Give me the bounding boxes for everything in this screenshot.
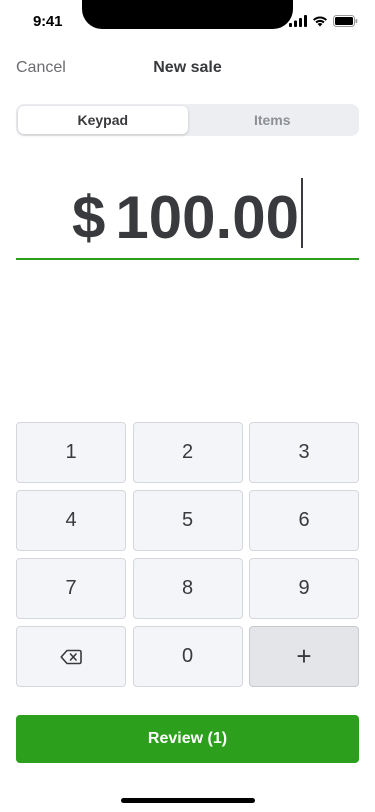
key-9[interactable]: 9 (249, 558, 359, 619)
home-indicator (121, 798, 255, 803)
battery-icon (333, 15, 358, 27)
key-2[interactable]: 2 (132, 422, 243, 483)
key-5[interactable]: 5 (132, 490, 243, 551)
text-caret (300, 178, 303, 248)
key-8[interactable]: 8 (132, 558, 243, 619)
status-bar: 9:41 (0, 0, 375, 44)
status-icons (289, 15, 358, 27)
key-3[interactable]: 3 (249, 422, 359, 483)
cellular-signal-icon (289, 15, 307, 27)
backspace-icon (60, 649, 82, 664)
amount-underline (16, 258, 359, 260)
amount-input[interactable]: $100.00 (16, 170, 359, 260)
numeric-keypad: 1 2 3 4 5 6 7 8 9 0 + (16, 422, 359, 687)
key-1[interactable]: 1 (16, 422, 126, 483)
key-7[interactable]: 7 (16, 558, 126, 619)
page-title: New sale (153, 59, 222, 76)
key-6[interactable]: 6 (249, 490, 359, 551)
review-button[interactable]: Review (1) (16, 715, 359, 763)
backspace-button[interactable] (16, 626, 126, 687)
mode-segmented-control: Keypad Items (16, 104, 359, 136)
status-time: 9:41 (33, 13, 63, 30)
wifi-icon (313, 16, 327, 27)
currency-symbol: $ (72, 184, 106, 251)
key-4[interactable]: 4 (16, 490, 126, 551)
device-notch (82, 0, 293, 29)
add-item-button[interactable]: + (249, 626, 359, 687)
tab-keypad[interactable]: Keypad (18, 106, 188, 134)
key-0[interactable]: 0 (132, 626, 243, 687)
tab-items[interactable]: Items (188, 106, 358, 134)
amount-display: $100.00 (16, 178, 359, 256)
cancel-button[interactable]: Cancel (16, 59, 66, 77)
amount-value: 100.00 (115, 184, 299, 251)
